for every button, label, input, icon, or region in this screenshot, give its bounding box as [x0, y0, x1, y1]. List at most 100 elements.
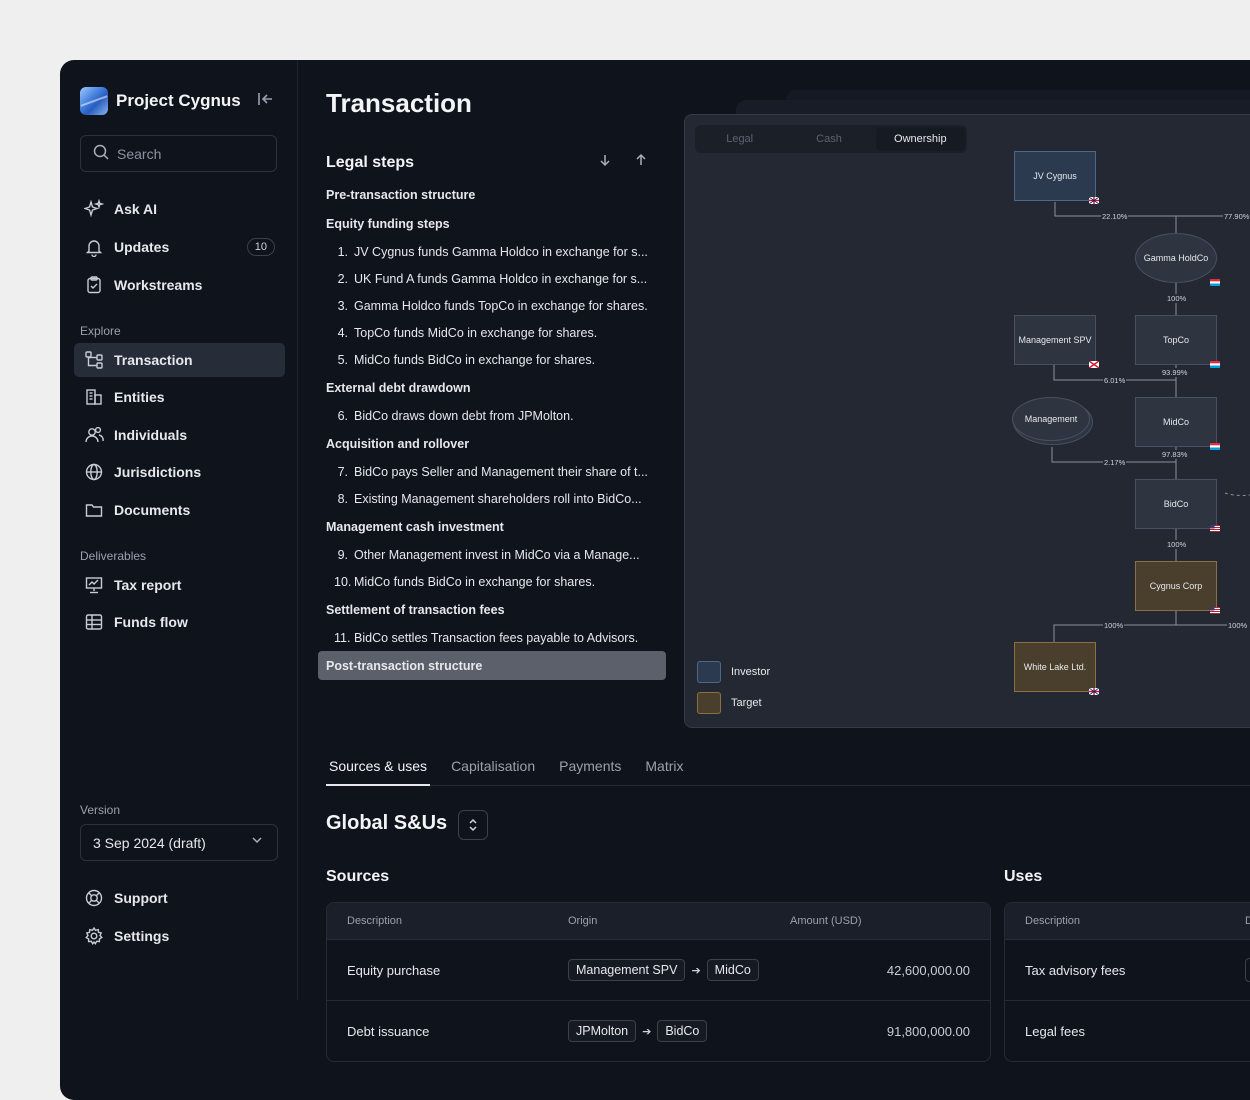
- legal-step-item[interactable]: 4. TopCo funds MidCo in exchange for shar…: [318, 319, 666, 346]
- project-logo: [80, 87, 108, 115]
- arrow-up-icon[interactable]: [634, 153, 648, 170]
- legal-step-group[interactable]: Pre-transaction structure: [318, 180, 666, 209]
- gear-icon: [84, 926, 104, 946]
- chevron-up-down-icon[interactable]: [458, 810, 488, 840]
- sidebar-item-jurisdictions[interactable]: Jurisdictions: [74, 455, 285, 489]
- sidebar-item-workstreams[interactable]: Workstreams: [74, 268, 285, 302]
- sidebar-item-updates[interactable]: Updates 10: [74, 230, 285, 264]
- row-description: Legal fees: [1025, 1023, 1085, 1039]
- users-icon: [84, 425, 104, 445]
- sidebar-item-funds-flow[interactable]: Funds flow: [74, 605, 285, 639]
- legal-step-item[interactable]: 2. UK Fund A funds Gamma Holdco in exchan…: [318, 265, 666, 292]
- structure-diagram[interactable]: Legal Cash Ownership JV Cygnus Gamma Hol…: [684, 114, 1250, 728]
- clipboard-icon: [84, 275, 104, 295]
- brand[interactable]: Project Cygnus: [80, 86, 241, 116]
- step-label: Gamma Holdco funds TopCo in exchange for…: [354, 298, 648, 313]
- version-select[interactable]: 3 Sep 2024 (draft): [80, 824, 278, 861]
- tab-matrix[interactable]: Matrix: [642, 756, 686, 786]
- row-description: Equity purchase: [347, 962, 441, 978]
- row-chip[interactable]: [1245, 958, 1250, 982]
- node-gamma-holdco[interactable]: Gamma HoldCo: [1135, 233, 1220, 286]
- search-input[interactable]: Search: [80, 135, 277, 172]
- legend-target-swatch: [697, 692, 721, 714]
- step-number: 7.: [337, 464, 348, 479]
- legal-step-group[interactable]: External debt drawdown: [318, 373, 666, 402]
- sidebar-item-label: Documents: [114, 502, 191, 518]
- node-cygnus-corp[interactable]: Cygnus Corp: [1135, 561, 1220, 614]
- node-white-lake[interactable]: White Lake Ltd.: [1014, 642, 1099, 695]
- page-title: Transaction: [326, 88, 472, 118]
- legal-step-item[interactable]: 7. BidCo pays Seller and Management their…: [318, 458, 666, 485]
- legal-step-group[interactable]: Acquisition and rollover: [318, 429, 666, 458]
- node-midco[interactable]: MidCo: [1135, 397, 1220, 450]
- step-number: 4.: [337, 325, 348, 340]
- search-placeholder: Search: [117, 145, 162, 162]
- sidebar-item-ask-ai[interactable]: Ask AI: [74, 192, 285, 226]
- lux-flag-icon: [1210, 361, 1220, 368]
- node-management[interactable]: Management: [1012, 397, 1090, 441]
- legal-step-group[interactable]: Management cash investment: [318, 512, 666, 541]
- legal-step-item[interactable]: 6. BidCo draws down debt from JPMolton.: [318, 402, 666, 429]
- sidebar-item-transaction[interactable]: Transaction: [74, 343, 285, 377]
- step-navigation: [598, 153, 666, 170]
- presentation-icon: [84, 575, 104, 595]
- legal-step-item[interactable]: 5. MidCo funds BidCo in exchange for shar…: [318, 346, 666, 373]
- tab-capitalisation[interactable]: Capitalisation: [448, 756, 538, 786]
- step-number: 1.: [337, 244, 348, 259]
- arrow-right-icon: ➔: [642, 1026, 652, 1038]
- us-flag-icon: [1210, 607, 1220, 614]
- building-icon: [84, 387, 104, 407]
- step-label: UK Fund A funds Gamma Holdco in exchange…: [354, 271, 648, 286]
- sidebar-item-label: Ask AI: [114, 201, 158, 217]
- tab-sources-uses[interactable]: Sources & uses: [326, 756, 431, 786]
- app-window: Project Cygnus Search Ask AI Updates 10 …: [60, 60, 1250, 1100]
- sidebar-item-tax-report[interactable]: Tax report: [74, 568, 285, 602]
- table-row[interactable]: Debt issuance JPMolton ➔ BidCo 91,800,000.…: [327, 1000, 990, 1061]
- step-label: Other Management invest in MidCo via a M…: [354, 547, 640, 562]
- legal-step-item[interactable]: 3. Gamma Holdco funds TopCo in exchange f…: [318, 292, 666, 319]
- bell-icon: [84, 237, 104, 257]
- lifebuoy-icon: [84, 888, 104, 908]
- origin-to-chip[interactable]: MidCo: [706, 959, 759, 981]
- legal-step-item[interactable]: 1. JV Cygnus funds Gamma Holdco in exchan…: [318, 238, 666, 265]
- sidebar-item-label: Workstreams: [114, 277, 203, 293]
- sidebar-item-individuals[interactable]: Individuals: [74, 418, 285, 452]
- sidebar-item-label: Updates: [114, 239, 170, 255]
- origin-to-chip[interactable]: BidCo: [657, 1020, 708, 1042]
- ownership-percentage: 100%: [1103, 621, 1125, 630]
- sidebar-item-support[interactable]: Support: [74, 881, 285, 915]
- origin-from-chip[interactable]: JPMolton: [568, 1020, 637, 1042]
- step-number: 5.: [337, 352, 348, 367]
- step-number: 6.: [337, 408, 348, 423]
- tab-payments[interactable]: Payments: [556, 756, 624, 786]
- legal-step-group[interactable]: Settlement of transaction fees: [318, 595, 666, 624]
- legal-step-item[interactable]: 10. MidCo funds BidCo in exchange for sha…: [318, 568, 666, 595]
- table-row[interactable]: Equity purchase Management SPV ➔ MidCo 42,…: [327, 939, 990, 1000]
- table-icon: [84, 612, 104, 632]
- sidebar-item-documents[interactable]: Documents: [74, 493, 285, 527]
- node-topco[interactable]: TopCo: [1135, 315, 1220, 368]
- node-bidco[interactable]: BidCo: [1135, 479, 1220, 532]
- collapse-sidebar-icon[interactable]: [256, 90, 274, 108]
- node-management-spv[interactable]: Management SPV: [1014, 315, 1099, 368]
- legal-step-group-selected[interactable]: Post-transaction structure: [318, 651, 666, 680]
- sidebar-item-settings[interactable]: Settings: [74, 919, 285, 953]
- table-row[interactable]: Legal fees: [1005, 1000, 1250, 1061]
- search-icon: [93, 144, 109, 163]
- table-row[interactable]: Tax advisory fees: [1005, 939, 1250, 1000]
- legal-step-group[interactable]: Equity funding steps: [318, 209, 666, 238]
- legal-step-item[interactable]: 8. Existing Management shareholders roll …: [318, 485, 666, 512]
- ownership-percentage: 100%: [1166, 294, 1188, 303]
- ownership-percentage: 2.17%: [1103, 458, 1127, 467]
- sidebar-item-entities[interactable]: Entities: [74, 380, 285, 414]
- ownership-percentage: 100%: [1227, 621, 1249, 630]
- arrow-down-icon[interactable]: [598, 154, 612, 170]
- node-jv-cygnus[interactable]: JV Cygnus: [1014, 151, 1099, 204]
- step-label: TopCo funds MidCo in exchange for shares…: [354, 325, 598, 340]
- lux-flag-icon: [1210, 279, 1220, 286]
- project-name: Project Cygnus: [116, 91, 241, 110]
- legal-step-item[interactable]: 11. BidCo settles Transaction fees payabl…: [318, 624, 666, 651]
- origin-from-chip[interactable]: Management SPV: [568, 959, 686, 981]
- table-header: Description Origin Amount (USD): [327, 903, 990, 939]
- legal-step-item[interactable]: 9. Other Management invest in MidCo via a…: [318, 541, 666, 568]
